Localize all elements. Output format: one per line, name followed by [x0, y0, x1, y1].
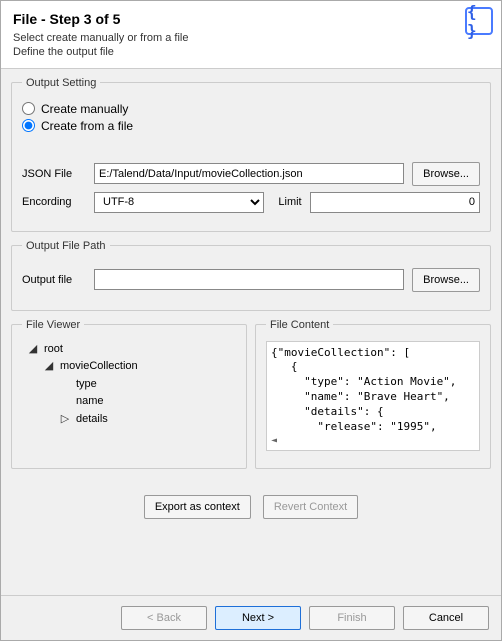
json-braces-icon: { }: [465, 7, 493, 35]
wizard-content: Output Setting Create manually Create fr…: [1, 69, 501, 595]
output-setting-group: Output Setting Create manually Create fr…: [11, 77, 491, 232]
output-setting-legend: Output Setting: [22, 77, 100, 89]
wizard-footer: < Back Next > Finish Cancel: [1, 595, 501, 640]
output-file-row: Output file Browse...: [22, 268, 480, 292]
cancel-button[interactable]: Cancel: [403, 606, 489, 630]
json-file-input[interactable]: [94, 163, 404, 184]
limit-label: Limit: [278, 196, 301, 208]
revert-context-button[interactable]: Revert Context: [263, 495, 358, 519]
context-buttons: Export as context Revert Context: [11, 495, 491, 519]
tree-node-details[interactable]: ▷ details: [58, 411, 236, 429]
encoding-row: Encording UTF-8 Limit: [22, 192, 480, 213]
radio-create-manually-label: Create manually: [41, 102, 128, 116]
expand-icon[interactable]: ▷: [58, 411, 72, 429]
collapse-icon[interactable]: ◢: [26, 341, 40, 359]
finish-button[interactable]: Finish: [309, 606, 395, 630]
file-content-legend: File Content: [266, 319, 333, 331]
radio-create-manually[interactable]: Create manually: [22, 102, 480, 116]
back-button[interactable]: < Back: [121, 606, 207, 630]
collapse-icon[interactable]: ◢: [42, 358, 56, 376]
file-viewer-group: File Viewer ◢ root ◢ movieCollection typ…: [11, 319, 247, 469]
json-file-browse-button[interactable]: Browse...: [412, 162, 480, 186]
page-subtitle: Select create manually or from a file De…: [13, 31, 489, 60]
wizard-window: File - Step 3 of 5 Select create manuall…: [0, 0, 502, 641]
tree-node-type[interactable]: type: [58, 376, 236, 394]
radio-create-manually-input[interactable]: [22, 102, 35, 115]
radio-create-from-file[interactable]: Create from a file: [22, 119, 480, 133]
file-viewer-legend: File Viewer: [22, 319, 84, 331]
file-content-text: {"movieCollection": [ { "type": "Action …: [266, 341, 480, 451]
output-file-path-legend: Output File Path: [22, 240, 110, 252]
limit-input[interactable]: [310, 192, 480, 213]
encoding-select[interactable]: UTF-8: [94, 192, 264, 213]
radio-create-from-file-label: Create from a file: [41, 119, 133, 133]
output-file-browse-button[interactable]: Browse...: [412, 268, 480, 292]
page-title: File - Step 3 of 5: [13, 11, 489, 27]
output-file-label: Output file: [22, 274, 86, 286]
output-file-path-group: Output File Path Output file Browse...: [11, 240, 491, 311]
output-file-input[interactable]: [94, 269, 404, 290]
encoding-label: Encording: [22, 196, 86, 208]
tree-node-name[interactable]: name: [58, 393, 236, 411]
json-file-row: JSON File Browse...: [22, 162, 480, 186]
radio-create-from-file-input[interactable]: [22, 119, 35, 132]
json-file-label: JSON File: [22, 168, 86, 180]
file-content-group: File Content {"movieCollection": [ { "ty…: [255, 319, 491, 469]
panes: File Viewer ◢ root ◢ movieCollection typ…: [11, 319, 491, 477]
tree-node-moviecollection[interactable]: ◢ movieCollection: [42, 358, 236, 376]
export-as-context-button[interactable]: Export as context: [144, 495, 251, 519]
tree: ◢ root ◢ movieCollection type name: [22, 341, 236, 429]
next-button[interactable]: Next >: [215, 606, 301, 630]
wizard-header: File - Step 3 of 5 Select create manuall…: [1, 1, 501, 69]
tree-node-root[interactable]: ◢ root: [26, 341, 236, 359]
